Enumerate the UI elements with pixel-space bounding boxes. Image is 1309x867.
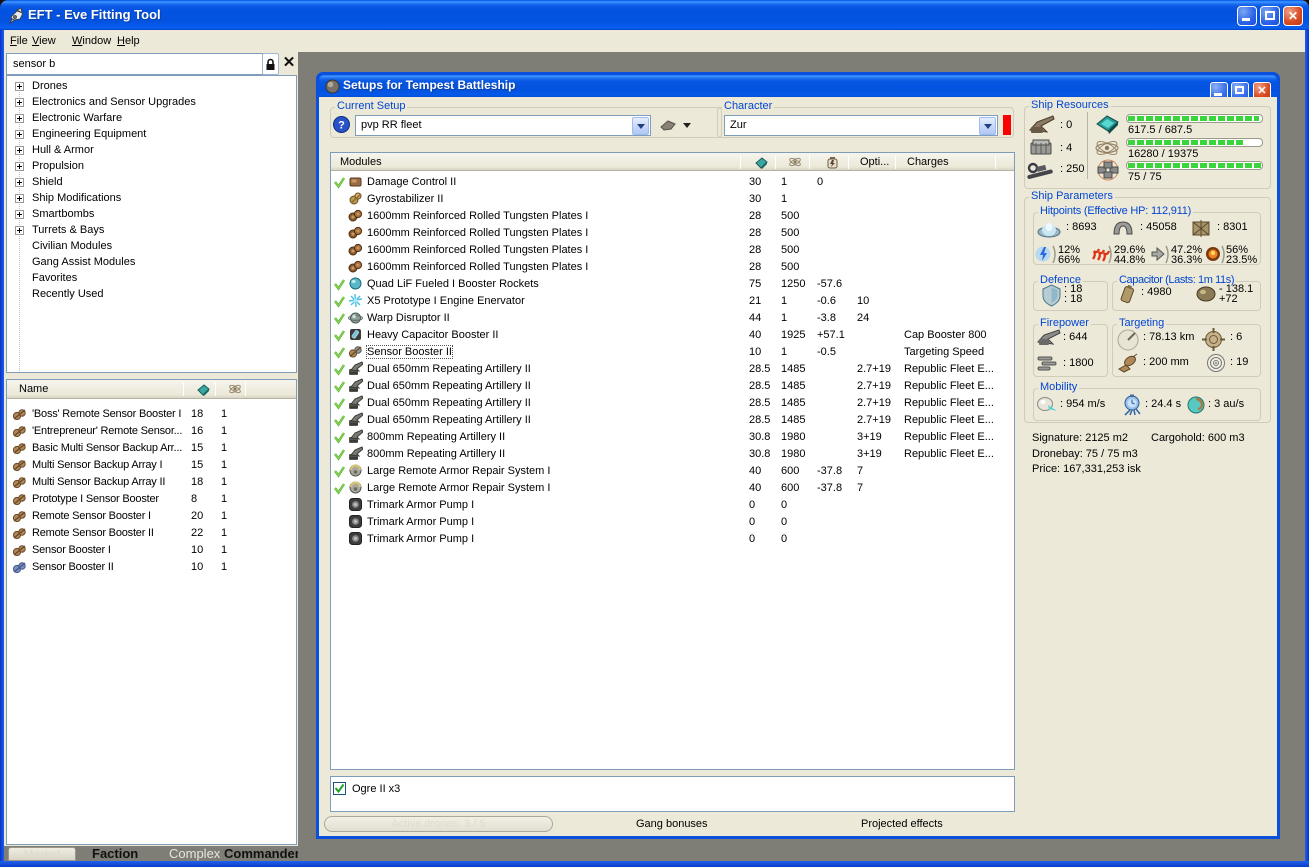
svg-text:?: ? bbox=[338, 120, 345, 132]
